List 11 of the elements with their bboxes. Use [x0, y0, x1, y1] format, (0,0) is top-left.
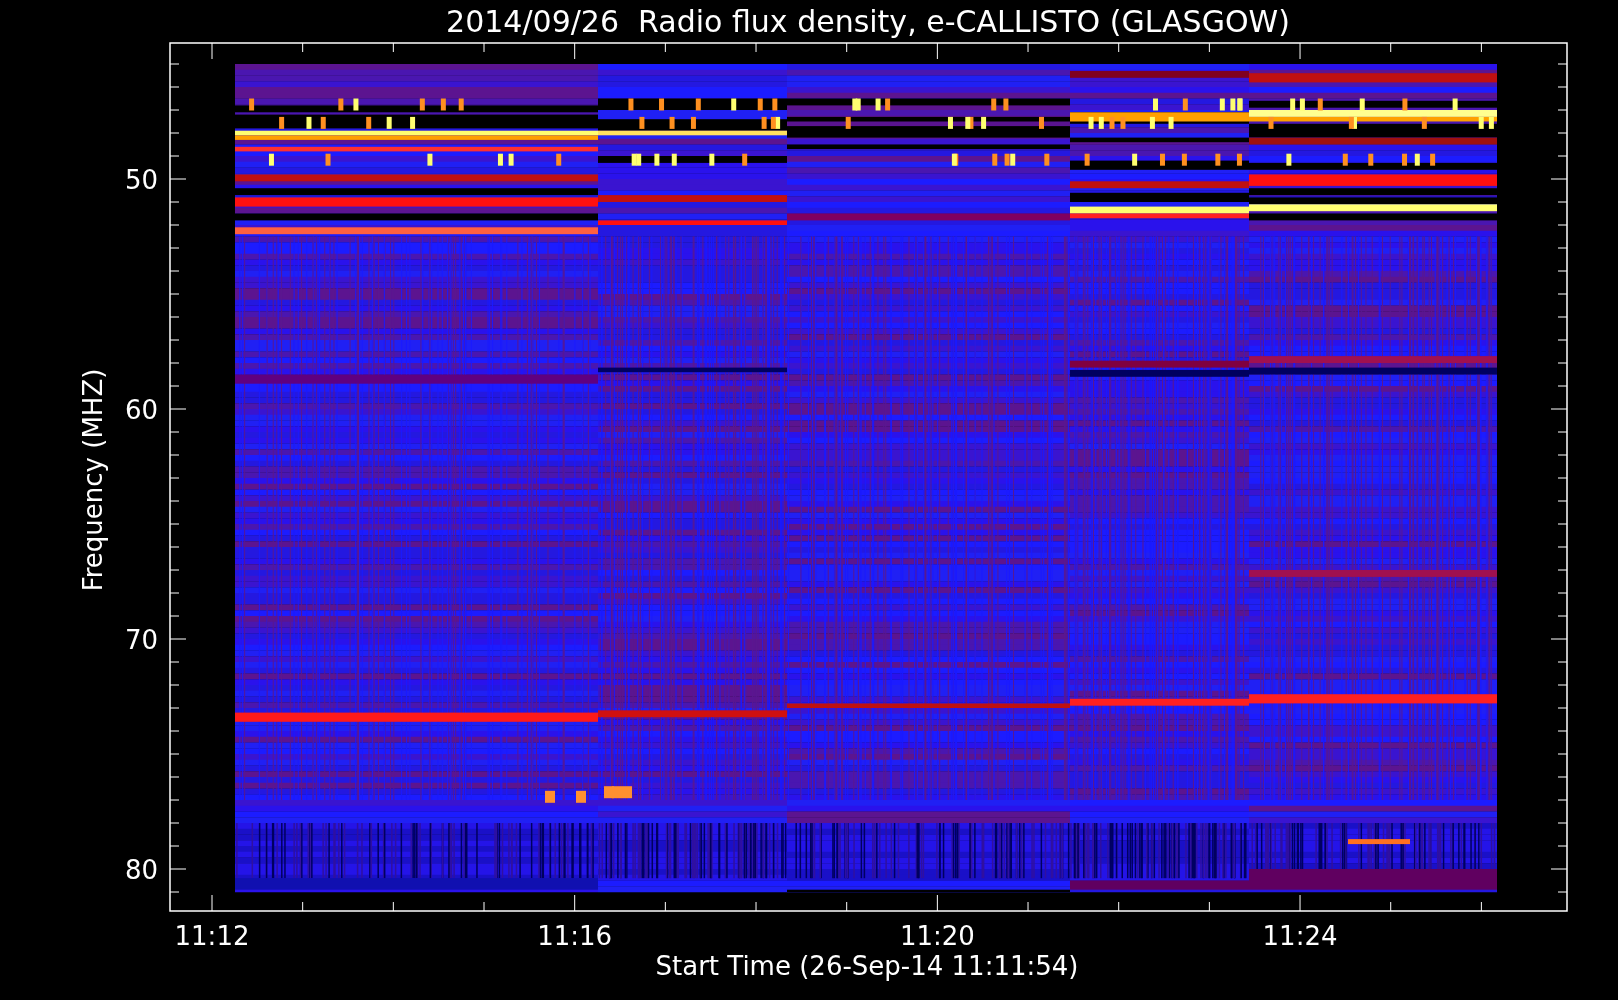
x-tick-label: 11:20	[899, 921, 975, 951]
y-tick-label: 60	[124, 395, 158, 425]
x-axis-label: Start Time (26-Sep-14 11:11:54)	[655, 951, 1079, 981]
chart-title: 2014/09/26 Radio flux density, e-CALLISTO (GLASGOW)	[446, 4, 1290, 39]
y-tick-label: 70	[124, 625, 158, 655]
x-tick-label: 11:16	[537, 921, 613, 951]
y-tick-label: 50	[124, 165, 158, 195]
x-tick-label: 11:12	[174, 921, 250, 951]
y-tick-label: 80	[124, 855, 158, 885]
x-tick-label: 11:24	[1262, 921, 1338, 951]
y-axis-label: Frequency (MHZ)	[78, 368, 108, 592]
